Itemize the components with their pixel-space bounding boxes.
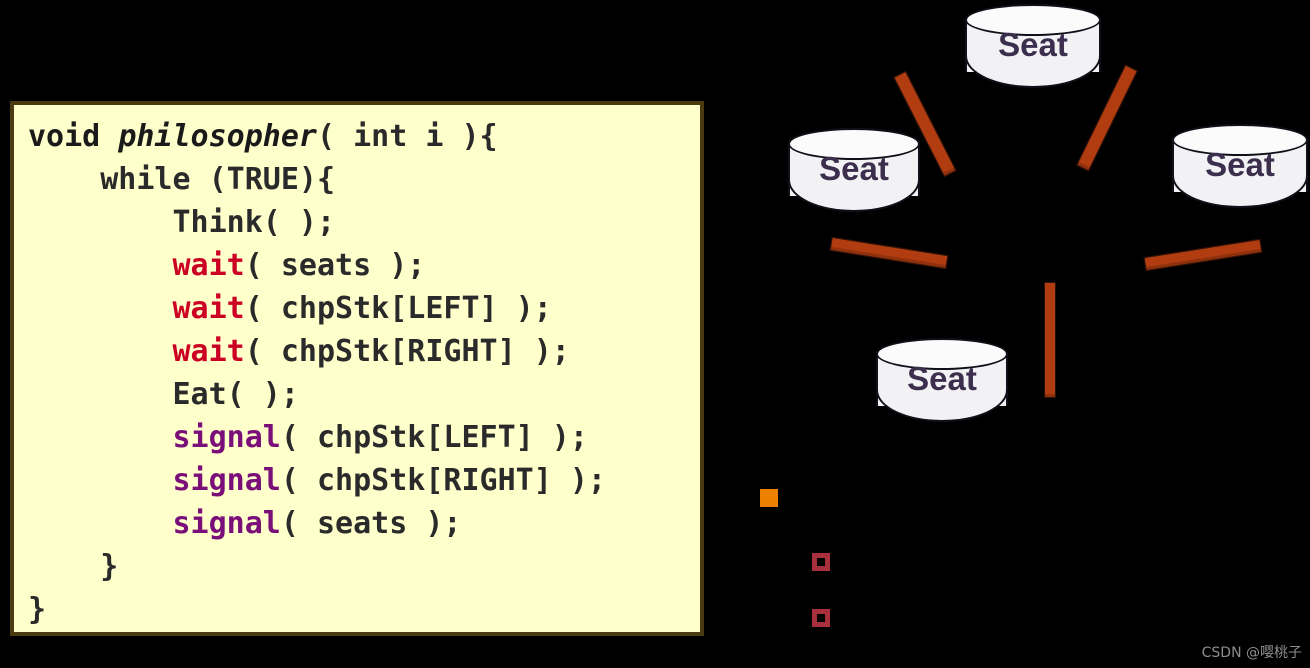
code-line: while (TRUE){ <box>28 158 700 201</box>
code-line: Eat( ); <box>28 373 700 416</box>
code-line: signal( seats ); <box>28 502 700 545</box>
code-token-plain: ( seats ); <box>244 248 426 283</box>
code-line: signal( chpStk[RIGHT] ); <box>28 459 700 502</box>
seat-upper-left: Seat <box>788 128 920 212</box>
seat-label: Seat <box>819 150 889 188</box>
code-line: } <box>28 545 700 588</box>
code-token-signal: signal <box>172 420 281 455</box>
code-token-wait: wait <box>172 291 245 326</box>
code-line: wait( chpStk[LEFT] ); <box>28 287 700 330</box>
code-token-signal: signal <box>172 506 281 541</box>
chopstick-mid-left <box>829 236 949 270</box>
code-token-plain: ( chpStk[LEFT] ); <box>244 291 552 326</box>
code-listing: void philosopher( int i ){ while (TRUE){… <box>14 105 700 631</box>
code-token-plain: ( chpStk[RIGHT] ); <box>244 334 570 369</box>
code-token-plain: ( seats ); <box>280 506 462 541</box>
code-token-wait: wait <box>172 334 245 369</box>
chopstick-mid-right <box>1143 238 1263 272</box>
code-token-plain: Think( ); <box>28 205 336 240</box>
code-token-signal: signal <box>172 463 281 498</box>
code-panel: void philosopher( int i ){ while (TRUE){… <box>10 101 704 636</box>
code-line: wait( seats ); <box>28 244 700 287</box>
code-line: } <box>28 588 700 631</box>
code-token-plain: ( int i ){ <box>317 119 498 154</box>
seat-label: Seat <box>1205 146 1275 184</box>
seat-upper-right: Seat <box>1172 124 1308 208</box>
csdn-watermark: CSDN @嘤桃子 <box>1201 645 1302 661</box>
code-token-plain: } <box>28 592 47 627</box>
code-token-wait: wait <box>172 248 245 283</box>
seat-lower-left: Seat <box>876 338 1008 422</box>
code-line: wait( chpStk[RIGHT] ); <box>28 330 700 373</box>
code-token-fname: philosopher <box>118 119 317 154</box>
seat-label: Seat <box>998 26 1068 64</box>
code-line: signal( chpStk[LEFT] ); <box>28 416 700 459</box>
code-line: void philosopher( int i ){ <box>28 115 700 158</box>
slide-canvas: void philosopher( int i ){ while (TRUE){… <box>0 0 1310 668</box>
code-token-plain: while (TRUE){ <box>28 162 336 197</box>
code-token-plain: ( chpStk[LEFT] ); <box>280 420 588 455</box>
code-token-plain: ( chpStk[RIGHT] ); <box>280 463 606 498</box>
marker-red-outline-1 <box>812 553 830 571</box>
code-token-kw: void <box>28 119 119 154</box>
chopstick-bottom-mid <box>1044 282 1056 398</box>
seat-top: Seat <box>965 4 1101 88</box>
seat-label: Seat <box>907 360 977 398</box>
code-token-plain: Eat( ); <box>28 377 299 412</box>
marker-orange-filled <box>760 489 778 507</box>
code-line: Think( ); <box>28 201 700 244</box>
code-token-plain: } <box>28 549 119 584</box>
marker-red-outline-2 <box>812 609 830 627</box>
